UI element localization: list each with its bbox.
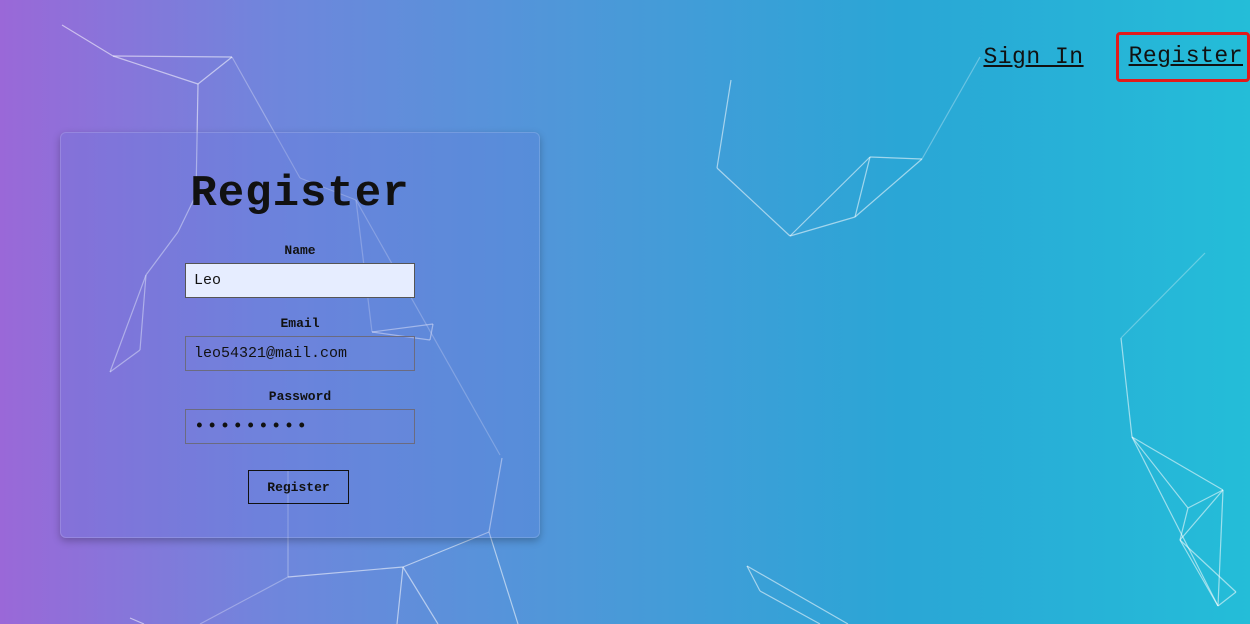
register-card: Register Name Email Password Register: [60, 132, 540, 538]
email-input[interactable]: [185, 336, 415, 371]
register-submit-button[interactable]: Register: [248, 470, 349, 504]
top-navigation: Sign In Register: [983, 32, 1250, 82]
register-link[interactable]: Register: [1115, 32, 1250, 82]
form-title: Register: [190, 169, 410, 219]
password-label: Password: [268, 389, 332, 404]
name-label: Name: [284, 243, 316, 258]
name-field-group: Name: [185, 243, 415, 298]
email-label: Email: [280, 316, 320, 331]
email-field-group: Email: [185, 316, 415, 371]
sign-in-link[interactable]: Sign In: [983, 44, 1083, 70]
password-field-group: Password: [185, 389, 415, 444]
password-input[interactable]: [185, 409, 415, 444]
name-input[interactable]: [185, 263, 415, 298]
